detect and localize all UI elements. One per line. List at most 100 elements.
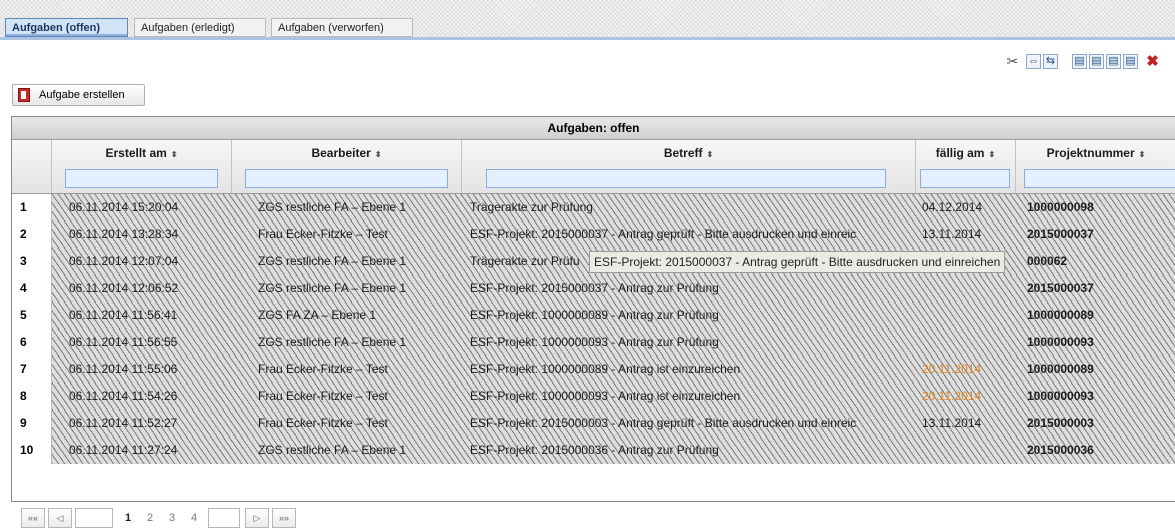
cell-due: 20.11.2014 xyxy=(922,389,982,403)
cell-assignee: ZGS restliche FA – Ebene 1 xyxy=(258,254,407,268)
cell-project: 2015000037 xyxy=(1027,227,1094,241)
cell-due xyxy=(922,275,1000,302)
cell-assignee: ZGS FA ZA – Ebene 1 xyxy=(258,308,377,322)
row-number: 2 xyxy=(12,221,52,248)
table-row[interactable]: 4 06.11.2014 12:06:52 ZGS restliche FA – E… xyxy=(12,275,1175,302)
header-projektnummer[interactable]: Projektnummer ⬍ xyxy=(1016,140,1175,193)
grid-caption: Aufgaben: offen xyxy=(12,117,1175,140)
new-document-icon xyxy=(18,88,30,102)
table-row[interactable]: 5 06.11.2014 11:56:41 ZGS FA ZA – Ebene 1 E… xyxy=(12,302,1175,329)
row-number: 4 xyxy=(12,275,52,302)
row-number: 8 xyxy=(12,383,52,410)
collapse-columns-icon[interactable]: ⇆ xyxy=(1043,54,1058,69)
cell-project: 1000000089 xyxy=(1027,362,1094,376)
page-number-1[interactable]: 1 xyxy=(121,508,135,528)
cell-subject: ESF-Projekt: 2015000036 - Antrag zur Prü… xyxy=(470,443,719,457)
tab-aufgaben-offen[interactable]: Aufgaben (offen) xyxy=(5,18,128,37)
row-cells: 06.11.2014 11:27:24 ZGS restliche FA – Eb… xyxy=(52,437,1175,464)
row-cells: 06.11.2014 11:56:41 ZGS FA ZA – Ebene 1 ES… xyxy=(52,302,1175,329)
table-row[interactable]: 3 06.11.2014 12:07:04 ZGS restliche FA – E… xyxy=(12,248,1175,275)
cell-assignee: ZGS restliche FA – Ebene 1 xyxy=(258,443,407,457)
last-page-button[interactable]: »» xyxy=(272,508,296,528)
sort-icon: ⬍ xyxy=(170,150,178,159)
cell-due: 20.11.2014 xyxy=(922,362,982,376)
header-rownum xyxy=(12,140,52,193)
export-icon[interactable]: ▤ xyxy=(1089,54,1104,69)
filter-erstellt-am-input[interactable] xyxy=(65,169,218,188)
cell-created: 06.11.2014 13:28:34 xyxy=(69,227,179,241)
table-row[interactable]: 1 06.11.2014 15:20:04 ZGS restliche FA – E… xyxy=(12,194,1175,221)
row-cells: 06.11.2014 13:28:34 Frau Ecker-Fitzke – T… xyxy=(52,221,1175,248)
cell-created: 06.11.2014 11:56:41 xyxy=(69,308,178,322)
copy-icon[interactable]: ▤ xyxy=(1072,54,1087,69)
cell-subject: ESF-Projekt: 2015000003 - Antrag geprüft… xyxy=(470,416,857,430)
cell-created: 06.11.2014 11:52:27 xyxy=(69,416,178,430)
tab-aufgaben-erledigt[interactable]: Aufgaben (erledigt) xyxy=(134,18,266,37)
cell-created: 06.11.2014 11:27:24 xyxy=(69,443,178,457)
cell-due xyxy=(922,437,1000,464)
print-icon[interactable]: ▤ xyxy=(1106,54,1121,69)
tasks-grid: Aufgaben: offen Erstellt am ⬍ Bearbeiter ⬍… xyxy=(11,116,1175,502)
cell-created: 06.11.2014 12:06:52 xyxy=(69,281,179,295)
cell-created: 06.11.2014 11:56:55 xyxy=(69,335,178,349)
page-size-input[interactable] xyxy=(208,508,240,528)
page-number-4[interactable]: 4 xyxy=(187,508,201,528)
cell-created: 06.11.2014 15:20:04 xyxy=(69,200,179,214)
filter-faellig-am-input[interactable] xyxy=(920,169,1010,188)
cell-subject: ESF-Projekt: 2015000037 - Antrag zur Prü… xyxy=(470,281,719,295)
delete-icon[interactable]: ✖ xyxy=(1145,54,1160,69)
row-cells: 06.11.2014 12:07:04 ZGS restliche FA – Eb… xyxy=(52,248,1175,275)
cell-subject: ESF-Projekt: 1000000093 - Antrag zur Prü… xyxy=(470,335,719,349)
header-bearbeiter[interactable]: Bearbeiter ⬍ xyxy=(232,140,462,193)
first-page-button[interactable]: «« xyxy=(21,508,45,528)
row-number: 1 xyxy=(12,194,52,221)
create-task-button[interactable]: Aufgabe erstellen xyxy=(12,84,145,106)
settings-icon[interactable]: ▤ xyxy=(1123,54,1138,69)
column-label: Bearbeiter xyxy=(311,146,371,160)
cell-subject: ESF-Projekt: 2015000037 - Antrag geprüft… xyxy=(470,227,857,241)
expand-columns-icon[interactable]: ⇔ xyxy=(1026,54,1041,69)
table-row[interactable]: 6 06.11.2014 11:56:55 ZGS restliche FA – E… xyxy=(12,329,1175,356)
row-cells: 06.11.2014 11:52:27 Frau Ecker-Fitzke – T… xyxy=(52,410,1175,437)
cell-assignee: ZGS restliche FA – Ebene 1 xyxy=(258,200,407,214)
table-row[interactable]: 7 06.11.2014 11:55:06 Frau Ecker-Fitzke – … xyxy=(12,356,1175,383)
cell-subject: ESF-Projekt: 1000000089 - Antrag zur Prü… xyxy=(470,308,719,322)
header-faellig-am[interactable]: fällig am ⬍ xyxy=(916,140,1016,193)
header-erstellt-am[interactable]: Erstellt am ⬍ xyxy=(52,140,232,193)
filter-bearbeiter-input[interactable] xyxy=(245,169,448,188)
tools-icon[interactable]: ✂ xyxy=(1005,54,1020,69)
page-number-2[interactable]: 2 xyxy=(143,508,157,528)
cell-assignee: Frau Ecker-Fitzke – Test xyxy=(258,416,388,430)
table-row[interactable]: 8 06.11.2014 11:54:26 Frau Ecker-Fitzke – … xyxy=(12,383,1175,410)
page-number-3[interactable]: 3 xyxy=(165,508,179,528)
cell-assignee: ZGS restliche FA – Ebene 1 xyxy=(258,335,407,349)
filter-projektnummer-input[interactable] xyxy=(1024,169,1175,188)
row-cells: 06.11.2014 12:06:52 ZGS restliche FA – Eb… xyxy=(52,275,1175,302)
row-number: 6 xyxy=(12,329,52,356)
column-label: Erstellt am xyxy=(105,146,167,160)
cell-project: 2015000037 xyxy=(1027,281,1094,295)
cell-project: 1000000093 xyxy=(1027,335,1094,349)
cell-created: 06.11.2014 12:07:04 xyxy=(69,254,179,268)
row-number: 5 xyxy=(12,302,52,329)
cell-subject: Trägerakte zur Prüfung xyxy=(470,200,593,214)
row-number: 7 xyxy=(12,356,52,383)
grid-header: Erstellt am ⬍ Bearbeiter ⬍ Betreff ⬍ fällig… xyxy=(12,140,1175,194)
next-page-button[interactable]: ▷ xyxy=(245,508,269,528)
table-row[interactable]: 2 06.11.2014 13:28:34 Frau Ecker-Fitzke – … xyxy=(12,221,1175,248)
column-label: Betreff xyxy=(663,146,703,160)
filter-betreff-input[interactable] xyxy=(486,169,886,188)
prev-page-button[interactable]: ◁ xyxy=(48,508,72,528)
tab-strip: Aufgaben (offen) Aufgaben (erledigt) Auf… xyxy=(0,0,1175,40)
table-row[interactable]: 10 06.11.2014 11:27:24 ZGS restliche FA – … xyxy=(12,437,1175,464)
subject-tooltip: ESF-Projekt: 2015000037 - Antrag geprüft… xyxy=(589,251,1006,273)
cell-project: 000062 xyxy=(1027,254,1068,268)
tab-aufgaben-verworfen[interactable]: Aufgaben (verworfen) xyxy=(271,18,413,37)
column-label: Projektnummer xyxy=(1046,146,1135,160)
page-input[interactable] xyxy=(75,508,113,528)
cell-assignee: ZGS restliche FA – Ebene 1 xyxy=(258,281,407,295)
header-betreff[interactable]: Betreff ⬍ xyxy=(462,140,916,193)
table-row[interactable]: 9 06.11.2014 11:52:27 Frau Ecker-Fitzke – … xyxy=(12,410,1175,437)
sort-icon: ⬍ xyxy=(988,150,996,159)
column-label: fällig am xyxy=(935,146,985,160)
